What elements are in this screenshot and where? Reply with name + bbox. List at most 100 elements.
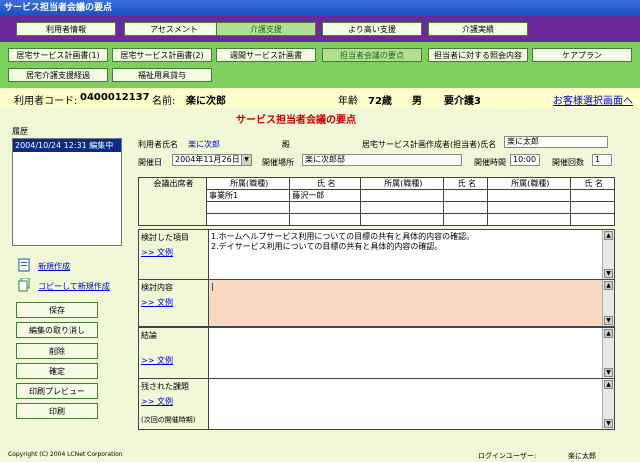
attendee-cell[interactable]: 藤沢一郎: [289, 189, 362, 202]
examined-section: 検討した項目 >> 文例 1.ホームヘルプサービス利用についての目標の共有と具体…: [138, 229, 615, 280]
examined-textarea[interactable]: 1.ホームヘルプサービス利用についての目標の共有と具体的内容の確認。 2.デイサ…: [209, 230, 602, 279]
sex-value: 男: [412, 96, 422, 107]
attendee-cell[interactable]: 事業所1: [205, 189, 291, 202]
place-field[interactable]: 楽に次郎邸: [302, 154, 462, 166]
conclusion-label: 結論: [141, 331, 157, 340]
new-create-link[interactable]: 新規作成: [38, 261, 70, 272]
attendee-cell[interactable]: [487, 189, 572, 202]
print-preview-button[interactable]: 印刷プレビュー: [16, 383, 98, 399]
time-label: 開催時間: [474, 158, 506, 167]
subtab-careplan[interactable]: ケアプラン: [532, 48, 632, 62]
attendee-cell[interactable]: [289, 201, 362, 214]
age-label: 年齢: [338, 96, 358, 107]
tab-care-record[interactable]: 介護実績: [428, 22, 528, 36]
subtab-plan-2[interactable]: 居宅サービス計画書(2): [112, 48, 212, 62]
scroll-down-icon[interactable]: ▼: [604, 419, 613, 428]
name-value: 楽に次郎: [186, 96, 226, 107]
conclusion-example-link[interactable]: >> 文例: [141, 355, 206, 366]
user-info-bar: 利用者コード: 0400012137 名前: 楽に次郎 年齢 72歳 男 要介護…: [0, 88, 640, 108]
history-label: 履歴: [12, 127, 28, 136]
subtab-plan-1[interactable]: 居宅サービス計画書(1): [8, 48, 108, 62]
attendee-cell[interactable]: [443, 201, 489, 214]
copy-document-icon: [18, 278, 30, 292]
attendee-cell[interactable]: [570, 201, 615, 214]
customer-select-link[interactable]: お客様選択画面へ: [553, 92, 633, 107]
date-select[interactable]: 2004年11月26日 ▼: [172, 154, 252, 166]
scroll-down-icon[interactable]: ▼: [604, 368, 613, 377]
content-label-cell: 検討内容 >> 文例: [139, 280, 209, 326]
content-scrollbar[interactable]: ▲ ▼: [602, 280, 614, 326]
user-name-label: 利用者氏名: [138, 140, 178, 149]
table-row: [139, 213, 615, 226]
delete-button[interactable]: 削除: [16, 343, 98, 359]
window-title: サービス担当者会議の要点: [0, 0, 640, 16]
remaining-example-link[interactable]: >> 文例: [141, 396, 206, 407]
honorific: 殿: [282, 140, 290, 149]
chevron-down-icon[interactable]: ▼: [241, 155, 251, 165]
remaining-textarea[interactable]: [209, 379, 602, 429]
tab-user-info[interactable]: 利用者情報: [16, 22, 116, 36]
page-title: サービス担当者会議の要点: [236, 115, 356, 126]
subtab-welfare-rental[interactable]: 福祉用具貸与: [112, 68, 212, 82]
attendee-cell[interactable]: [360, 213, 445, 226]
attendee-cell[interactable]: [570, 213, 615, 226]
place-label: 開催場所: [262, 158, 294, 167]
conclusion-scrollbar[interactable]: ▲ ▼: [602, 328, 614, 378]
new-document-icon: [18, 258, 30, 272]
tab-care-support[interactable]: 介護支援: [216, 22, 316, 36]
header-affiliation-1: 所属(職種): [205, 177, 291, 190]
tab-assessment[interactable]: アセスメント: [124, 22, 224, 36]
content-textarea[interactable]: |: [209, 280, 602, 326]
attendee-cell[interactable]: [487, 201, 572, 214]
time-field[interactable]: 10:00: [510, 154, 540, 166]
save-button[interactable]: 保存: [16, 302, 98, 318]
examined-scrollbar[interactable]: ▲ ▼: [602, 230, 614, 279]
history-list[interactable]: 2004/10/24 12:31 編集中: [12, 138, 122, 246]
scroll-down-icon[interactable]: ▼: [604, 269, 613, 278]
examined-example-link[interactable]: >> 文例: [141, 247, 206, 258]
subtab-weekly-plan[interactable]: 週間サービス計画書: [216, 48, 316, 62]
subtab-support-progress[interactable]: 居宅介護支援経過: [8, 68, 108, 82]
attendee-cell[interactable]: [443, 213, 489, 226]
content-section: 検討内容 >> 文例 | ▲ ▼: [138, 279, 615, 327]
header-affiliation-3: 所属(職種): [487, 177, 572, 190]
conclusion-textarea[interactable]: [209, 328, 602, 378]
date-value: 2004年11月26日: [175, 155, 240, 164]
copy-create-link[interactable]: コピーして新規作成: [38, 281, 110, 292]
attendees-table: 会議出席者 所属(職種) 氏 名 所属(職種) 氏 名 所属(職種) 氏 名 事…: [138, 177, 615, 226]
next-meeting-note: (次回の開催時期): [141, 416, 196, 424]
attendee-cell[interactable]: [205, 201, 291, 214]
remaining-scrollbar[interactable]: ▲ ▼: [602, 379, 614, 429]
content-example-link[interactable]: >> 文例: [141, 297, 206, 308]
attendee-cell[interactable]: [289, 213, 362, 226]
examined-label-cell: 検討した項目 >> 文例: [139, 230, 209, 279]
scroll-up-icon[interactable]: ▲: [604, 281, 613, 290]
subtab-meeting-points[interactable]: 担当者会議の要点: [322, 48, 422, 62]
confirm-button[interactable]: 確定: [16, 363, 98, 379]
tab-higher-support[interactable]: より高い支援: [322, 22, 422, 36]
print-button[interactable]: 印刷: [16, 403, 98, 419]
attendee-cell[interactable]: [360, 201, 445, 214]
attendee-cell[interactable]: [205, 213, 291, 226]
scroll-up-icon[interactable]: ▲: [604, 231, 613, 240]
table-row: 事業所1 藤沢一郎: [139, 189, 615, 202]
examined-label: 検討した項目: [141, 233, 189, 242]
attendee-cell[interactable]: [360, 189, 445, 202]
scroll-up-icon[interactable]: ▲: [604, 380, 613, 389]
history-item[interactable]: 2004/10/24 12:31 編集中: [13, 139, 121, 152]
count-field[interactable]: 1: [592, 154, 612, 166]
undo-edit-button[interactable]: 編集の取り消し: [16, 322, 98, 338]
conclusion-label-cell: 結論 >> 文例: [139, 328, 209, 378]
remaining-label-cell: 残された課題 >> 文例 (次回の開催時期): [139, 379, 209, 429]
scroll-down-icon[interactable]: ▼: [604, 316, 613, 325]
scroll-up-icon[interactable]: ▲: [604, 329, 613, 338]
attendee-cell[interactable]: [487, 213, 572, 226]
subtab-inquiry[interactable]: 担当者に対する照会内容: [428, 48, 528, 62]
attendee-cell[interactable]: [570, 189, 615, 202]
user-name-value: 楽に次郎: [188, 140, 220, 149]
name-label: 名前:: [152, 96, 176, 107]
examined-line: 1.ホームヘルプサービス利用についての目標の共有と具体的内容の確認。: [211, 232, 475, 241]
header-name-3: 氏 名: [570, 177, 615, 190]
attendee-cell[interactable]: [443, 189, 489, 202]
planner-field[interactable]: 楽に太郎: [504, 136, 608, 148]
